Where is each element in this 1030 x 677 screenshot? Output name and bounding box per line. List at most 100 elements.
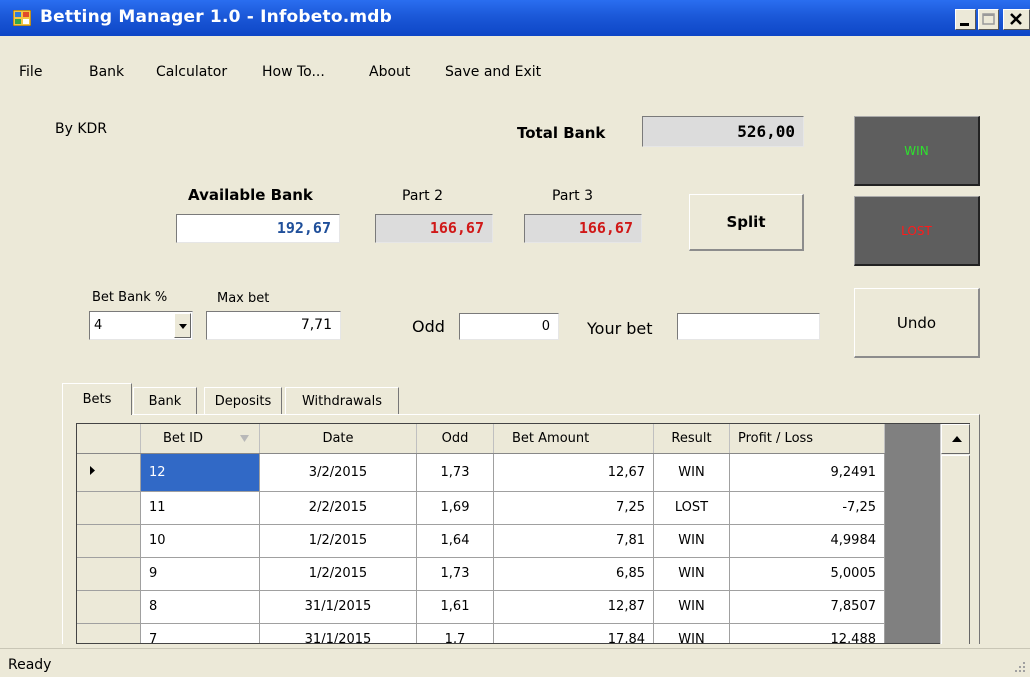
cell-date[interactable]: 3/2/2015 bbox=[259, 453, 417, 492]
table-header-row: Bet ID Date Odd Bet Amount Result Profit… bbox=[77, 424, 885, 454]
cell-odd[interactable]: 1,64 bbox=[416, 524, 494, 558]
table-row[interactable]: 10 1/2/2015 1,64 7,81 WIN 4,9984 bbox=[77, 524, 885, 558]
available-bank-field: 192,67 bbox=[176, 214, 340, 243]
tab-deposits[interactable]: Deposits bbox=[204, 387, 282, 414]
cell-result[interactable]: WIN bbox=[653, 524, 730, 558]
column-header-profit-loss[interactable]: Profit / Loss bbox=[729, 424, 885, 454]
cell-profit-loss[interactable]: 9,2491 bbox=[729, 453, 885, 492]
cell-bet-amount[interactable]: 12,87 bbox=[493, 590, 654, 624]
odd-input[interactable]: 0 bbox=[459, 313, 559, 340]
status-bar: Ready bbox=[0, 648, 1030, 677]
cell-result[interactable]: WIN bbox=[653, 623, 730, 643]
menu-save-and-exit[interactable]: Save and Exit bbox=[445, 64, 541, 80]
cell-odd[interactable]: 1,7 bbox=[416, 623, 494, 643]
close-button[interactable] bbox=[1003, 9, 1030, 30]
grid-vertical-scrollbar[interactable] bbox=[940, 424, 970, 644]
max-bet-field: 7,71 bbox=[206, 311, 341, 340]
lost-button[interactable]: LOST bbox=[854, 196, 980, 266]
cell-profit-loss[interactable]: -7,25 bbox=[729, 491, 885, 525]
author-label: By KDR bbox=[55, 121, 108, 137]
cell-profit-loss[interactable]: 4,9984 bbox=[729, 524, 885, 558]
cell-result[interactable]: WIN bbox=[653, 453, 730, 492]
bet-bank-select[interactable]: 4 bbox=[89, 311, 193, 340]
scrollbar-thumb[interactable] bbox=[941, 455, 970, 644]
cell-date[interactable]: 31/1/2015 bbox=[259, 590, 417, 624]
cell-date[interactable]: 1/2/2015 bbox=[259, 557, 417, 591]
menu-about[interactable]: About bbox=[369, 64, 410, 80]
cell-bet-id[interactable]: 8 bbox=[140, 590, 260, 624]
win-button[interactable]: WIN bbox=[854, 116, 980, 186]
row-header[interactable] bbox=[77, 453, 141, 492]
cell-bet-id[interactable]: 10 bbox=[140, 524, 260, 558]
table-row[interactable]: 7 31/1/2015 1,7 17,84 WIN 12,488 bbox=[77, 623, 885, 643]
your-bet-input[interactable] bbox=[677, 313, 820, 340]
column-header-date[interactable]: Date bbox=[259, 424, 417, 454]
cell-odd[interactable]: 1,73 bbox=[416, 557, 494, 591]
cell-bet-amount[interactable]: 6,85 bbox=[493, 557, 654, 591]
tab-deposits-label: Deposits bbox=[214, 393, 272, 409]
cell-result[interactable]: WIN bbox=[653, 557, 730, 591]
menu-bank[interactable]: Bank bbox=[89, 64, 124, 80]
minimize-button[interactable] bbox=[955, 9, 976, 30]
chevron-down-icon[interactable] bbox=[174, 313, 191, 338]
split-button[interactable]: Split bbox=[689, 194, 804, 251]
cell-bet-amount[interactable]: 17,84 bbox=[493, 623, 654, 643]
tab-bank-label: Bank bbox=[148, 393, 182, 409]
cell-bet-amount[interactable]: 7,81 bbox=[493, 524, 654, 558]
cell-bet-id[interactable]: 12 bbox=[140, 453, 260, 492]
total-bank-label: Total Bank bbox=[517, 124, 606, 142]
tab-bets[interactable]: Bets bbox=[62, 383, 132, 415]
table-row[interactable]: 9 1/2/2015 1,73 6,85 WIN 5,0005 bbox=[77, 557, 885, 591]
maximize-icon bbox=[982, 13, 995, 25]
resize-grip-icon[interactable] bbox=[1014, 661, 1026, 673]
tab-bets-label: Bets bbox=[82, 392, 112, 407]
column-header-bet-id[interactable]: Bet ID bbox=[140, 424, 260, 454]
bets-grid[interactable]: Bet ID Date Odd Bet Amount Result Profit… bbox=[76, 423, 970, 644]
scroll-up-icon[interactable] bbox=[941, 424, 970, 454]
column-header-bet-amount[interactable]: Bet Amount bbox=[493, 424, 654, 454]
cell-bet-id[interactable]: 11 bbox=[140, 491, 260, 525]
row-header-corner bbox=[77, 424, 141, 454]
close-icon bbox=[1010, 13, 1022, 25]
menu-file[interactable]: File bbox=[19, 64, 42, 80]
current-row-arrow-icon bbox=[90, 465, 95, 475]
cell-date[interactable]: 1/2/2015 bbox=[259, 524, 417, 558]
table-row[interactable]: 12 3/2/2015 1,73 12,67 WIN 9,2491 bbox=[77, 453, 885, 492]
column-header-odd[interactable]: Odd bbox=[416, 424, 494, 454]
table-row[interactable]: 11 2/2/2015 1,69 7,25 LOST -7,25 bbox=[77, 491, 885, 525]
cell-odd[interactable]: 1,73 bbox=[416, 453, 494, 492]
cell-profit-loss[interactable]: 7,8507 bbox=[729, 590, 885, 624]
maximize-button[interactable] bbox=[978, 9, 999, 30]
cell-profit-loss[interactable]: 5,0005 bbox=[729, 557, 885, 591]
tab-withdrawals[interactable]: Withdrawals bbox=[285, 387, 399, 414]
cell-odd[interactable]: 1,69 bbox=[416, 491, 494, 525]
cell-bet-amount[interactable]: 12,67 bbox=[493, 453, 654, 492]
cell-result[interactable]: LOST bbox=[653, 491, 730, 525]
part3-field: 166,67 bbox=[524, 214, 642, 243]
row-header[interactable] bbox=[77, 557, 141, 591]
cell-profit-loss[interactable]: 12,488 bbox=[729, 623, 885, 643]
row-header[interactable] bbox=[77, 623, 141, 643]
win-button-label: WIN bbox=[904, 143, 929, 158]
cell-result[interactable]: WIN bbox=[653, 590, 730, 624]
title-bar[interactable]: Betting Manager 1.0 - Infobeto.mdb bbox=[0, 0, 1030, 36]
max-bet-label: Max bet bbox=[217, 291, 270, 306]
undo-button[interactable]: Undo bbox=[854, 288, 980, 358]
cell-odd[interactable]: 1,61 bbox=[416, 590, 494, 624]
total-bank-field: 526,00 bbox=[642, 116, 804, 147]
table-row[interactable]: 8 31/1/2015 1,61 12,87 WIN 7,8507 bbox=[77, 590, 885, 624]
row-header[interactable] bbox=[77, 491, 141, 525]
column-header-result[interactable]: Result bbox=[653, 424, 730, 454]
cell-bet-id[interactable]: 9 bbox=[140, 557, 260, 591]
row-header[interactable] bbox=[77, 590, 141, 624]
column-header-bet-id-label: Bet ID bbox=[163, 430, 203, 446]
cell-bet-id[interactable]: 7 bbox=[140, 623, 260, 643]
cell-date[interactable]: 31/1/2015 bbox=[259, 623, 417, 643]
tab-bank[interactable]: Bank bbox=[133, 387, 197, 414]
bet-bank-value: 4 bbox=[94, 318, 103, 333]
cell-bet-amount[interactable]: 7,25 bbox=[493, 491, 654, 525]
row-header[interactable] bbox=[77, 524, 141, 558]
cell-date[interactable]: 2/2/2015 bbox=[259, 491, 417, 525]
menu-calculator[interactable]: Calculator bbox=[156, 64, 227, 80]
menu-how-to[interactable]: How To... bbox=[262, 64, 325, 80]
